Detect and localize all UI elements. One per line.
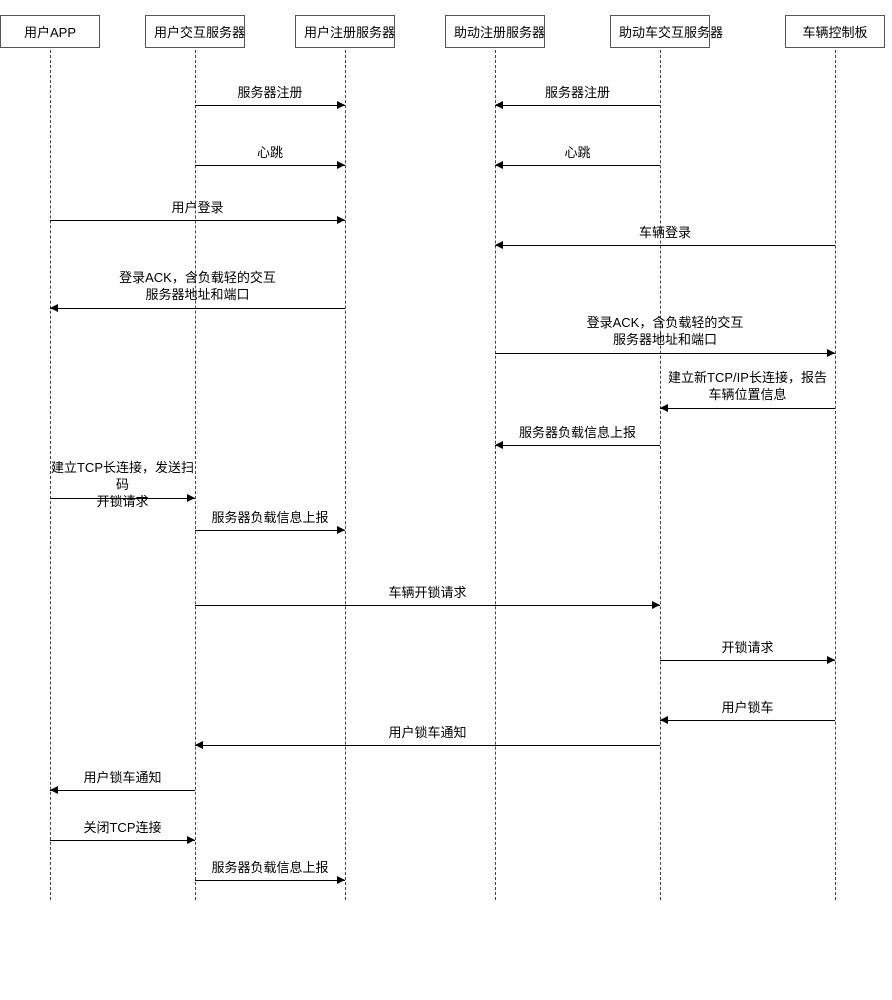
arrow-line — [50, 840, 195, 841]
arrow-head-right-icon — [337, 161, 345, 169]
arrow-head-right-icon — [187, 836, 195, 844]
message-label: 用户锁车通知 — [50, 770, 195, 787]
arrow-head-left-icon — [495, 161, 503, 169]
arrow-line — [195, 745, 660, 746]
participant-user-reg: 用户注册服务器 — [295, 15, 395, 48]
arrow-line — [195, 165, 345, 166]
arrow-head-right-icon — [187, 494, 195, 502]
message-0: 服务器注册 — [195, 85, 345, 104]
participant-user-inter: 用户交互服务器 — [145, 15, 245, 48]
arrow-line — [495, 165, 660, 166]
arrow-head-right-icon — [827, 349, 835, 357]
participant-bike-reg: 助动注册服务器 — [445, 15, 545, 48]
arrow-line — [195, 530, 345, 531]
message-14: 用户锁车 — [660, 700, 835, 719]
arrow-line — [195, 880, 345, 881]
arrow-line — [660, 408, 835, 409]
message-3: 心跳 — [495, 145, 660, 164]
arrow-head-left-icon — [495, 101, 503, 109]
participant-bike-ctrl: 车辆控制板 — [785, 15, 885, 48]
arrow-line — [660, 720, 835, 721]
message-6: 登录ACK，含负载轻的交互服务器地址和端口 — [50, 270, 345, 306]
arrow-head-right-icon — [337, 216, 345, 224]
lifeline-bike-ctrl — [835, 50, 836, 900]
message-label: 服务器负载信息上报 — [195, 860, 345, 877]
arrow-head-left-icon — [660, 716, 668, 724]
message-4: 用户登录 — [50, 200, 345, 219]
message-16: 用户锁车通知 — [50, 770, 195, 789]
message-8: 建立新TCP/IP长连接，报告车辆位置信息 — [660, 370, 835, 406]
message-label: 开锁请求 — [660, 640, 835, 657]
lifeline-bike-inter — [660, 50, 661, 900]
participant-bike-inter: 助动车交互服务器 — [610, 15, 710, 48]
message-label: 建立新TCP/IP长连接，报告车辆位置信息 — [660, 370, 835, 404]
message-label: 登录ACK，含负载轻的交互服务器地址和端口 — [50, 270, 345, 304]
arrow-line — [50, 790, 195, 791]
message-10: 建立TCP长连接，发送扫码开锁请求 — [50, 460, 195, 513]
message-1: 服务器注册 — [495, 85, 660, 104]
message-label: 服务器负载信息上报 — [195, 510, 345, 527]
message-2: 心跳 — [195, 145, 345, 164]
message-18: 服务器负载信息上报 — [195, 860, 345, 879]
arrow-head-right-icon — [652, 601, 660, 609]
participant-user-app: 用户APP — [0, 15, 100, 48]
arrow-line — [495, 353, 835, 354]
arrow-head-right-icon — [337, 526, 345, 534]
arrow-line — [195, 105, 345, 106]
lifeline-user-reg — [345, 50, 346, 900]
arrow-line — [495, 105, 660, 106]
message-label: 车辆开锁请求 — [195, 585, 660, 602]
arrow-head-right-icon — [827, 656, 835, 664]
message-label: 心跳 — [495, 145, 660, 162]
message-label: 用户锁车 — [660, 700, 835, 717]
arrow-head-right-icon — [337, 876, 345, 884]
message-label: 登录ACK，含负载轻的交互服务器地址和端口 — [495, 315, 835, 349]
arrow-head-left-icon — [495, 241, 503, 249]
arrow-head-left-icon — [660, 404, 668, 412]
message-label: 用户登录 — [50, 200, 345, 217]
lifeline-bike-reg — [495, 50, 496, 900]
message-9: 服务器负载信息上报 — [495, 425, 660, 444]
arrow-line — [495, 445, 660, 446]
message-label: 关闭TCP连接 — [50, 820, 195, 837]
message-15: 用户锁车通知 — [195, 725, 660, 744]
message-17: 关闭TCP连接 — [50, 820, 195, 839]
arrow-head-left-icon — [50, 304, 58, 312]
message-label: 服务器负载信息上报 — [495, 425, 660, 442]
message-label: 用户锁车通知 — [195, 725, 660, 742]
arrow-head-right-icon — [337, 101, 345, 109]
arrow-head-left-icon — [195, 741, 203, 749]
message-13: 开锁请求 — [660, 640, 835, 659]
message-label: 服务器注册 — [495, 85, 660, 102]
arrow-line — [660, 660, 835, 661]
message-label: 车辆登录 — [495, 225, 835, 242]
arrow-line — [495, 245, 835, 246]
message-label: 服务器注册 — [195, 85, 345, 102]
message-label: 建立TCP长连接，发送扫码开锁请求 — [50, 460, 195, 511]
message-7: 登录ACK，含负载轻的交互服务器地址和端口 — [495, 315, 835, 351]
arrow-line — [195, 605, 660, 606]
arrow-line — [50, 308, 345, 309]
arrow-head-left-icon — [50, 786, 58, 794]
message-label: 心跳 — [195, 145, 345, 162]
lifeline-user-inter — [195, 50, 196, 900]
arrow-head-left-icon — [495, 441, 503, 449]
message-12: 车辆开锁请求 — [195, 585, 660, 604]
arrow-line — [50, 220, 345, 221]
message-11: 服务器负载信息上报 — [195, 510, 345, 529]
message-5: 车辆登录 — [495, 225, 835, 244]
arrow-line — [50, 498, 195, 499]
